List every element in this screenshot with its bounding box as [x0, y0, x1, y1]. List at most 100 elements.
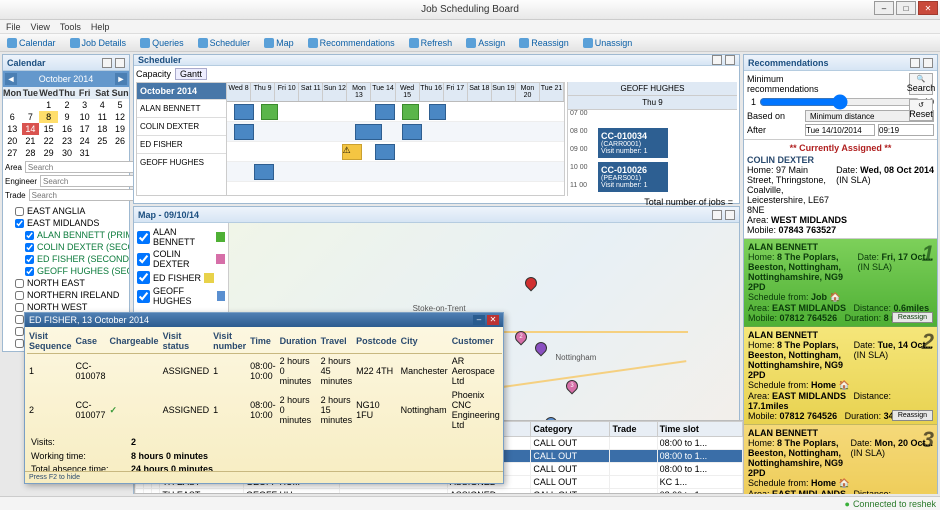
visit-row[interactable]: 1CC-010078ASSIGNED108:00-10:002 hours 0 … — [27, 354, 502, 389]
calendar-day[interactable] — [111, 147, 129, 159]
maximize-button[interactable]: □ — [896, 1, 916, 15]
toolbar-reassign[interactable]: Reassign — [516, 37, 572, 49]
tree-region[interactable]: EAST ANGLIA — [5, 205, 127, 217]
calendar-day[interactable]: 20 — [3, 135, 22, 147]
panel-icon[interactable] — [923, 58, 933, 68]
close-button[interactable]: ✕ — [918, 1, 938, 15]
panel-icon[interactable] — [725, 210, 735, 220]
visit-row[interactable]: 2CC-010077✓ASSIGNED108:00-10:002 hours 0… — [27, 388, 502, 432]
toolbar-recommendations[interactable]: Recommendations — [305, 37, 398, 49]
gantt-tab[interactable]: Gantt — [175, 68, 207, 80]
toolbar-job-details[interactable]: Job Details — [67, 37, 130, 49]
panel-icon[interactable] — [712, 55, 722, 65]
search-button[interactable]: 🔍Search — [909, 73, 933, 95]
calendar-grid[interactable]: MonTueWedThuFriSatSun1234567891011121314… — [3, 87, 129, 159]
panel-icon[interactable] — [725, 55, 735, 65]
calendar-day[interactable]: 6 — [3, 111, 22, 123]
reset-button[interactable]: ↺Reset — [909, 99, 933, 121]
reassign-button[interactable]: Reassign — [892, 410, 933, 421]
calendar-day[interactable]: 18 — [93, 123, 111, 135]
rec-card[interactable]: 2 ALAN BENNETT Home: 8 The Poplars, Bees… — [744, 327, 937, 425]
tree-region[interactable]: NORTHERN IRELAND — [5, 289, 127, 301]
calendar-day[interactable]: 7 — [22, 111, 40, 123]
after-time[interactable] — [878, 124, 934, 136]
calendar-day[interactable]: 3 — [76, 99, 94, 111]
panel-icon[interactable] — [115, 58, 125, 68]
tree-engineer[interactable]: ALAN BENNETT (PRIMARY) — [5, 229, 127, 241]
calendar-day[interactable]: 16 — [58, 123, 76, 135]
minimize-button[interactable]: – — [874, 1, 894, 15]
toolbar-refresh[interactable]: Refresh — [406, 37, 456, 49]
gantt-resource[interactable]: GEOFF HUGHES — [137, 153, 226, 171]
rec-slider[interactable] — [759, 96, 921, 108]
calendar-day[interactable]: 17 — [76, 123, 94, 135]
legend-item[interactable]: COLIN DEXTER — [137, 248, 225, 270]
map-pin[interactable] — [533, 339, 550, 356]
reassign-button[interactable]: Reassign — [892, 312, 933, 323]
trade-input[interactable] — [29, 189, 145, 201]
calendar-day[interactable]: 12 — [111, 111, 129, 123]
calendar-day[interactable]: 2 — [58, 99, 76, 111]
calendar-day[interactable] — [93, 147, 111, 159]
menu-help[interactable]: Help — [91, 22, 110, 32]
area-input[interactable] — [25, 161, 141, 173]
rec-card[interactable]: 3 ALAN BENNETT Home: 8 The Poplars, Bees… — [744, 425, 937, 494]
gantt-resource[interactable]: ALAN BENNETT — [137, 99, 226, 117]
next-month-button[interactable]: ► — [115, 73, 127, 85]
menu-view[interactable]: View — [31, 22, 50, 32]
toolbar-calendar[interactable]: Calendar — [4, 37, 59, 49]
tree-region[interactable]: EAST MIDLANDS — [5, 217, 127, 229]
calendar-day[interactable]: 10 — [76, 111, 94, 123]
legend-item[interactable]: ED FISHER — [137, 270, 225, 285]
calendar-day[interactable]: 22 — [39, 135, 58, 147]
calendar-day[interactable]: 9 — [58, 111, 76, 123]
map-pin[interactable]: 3 — [563, 377, 580, 394]
after-date[interactable] — [805, 124, 875, 136]
calendar-day[interactable]: 27 — [3, 147, 22, 159]
calendar-day[interactable]: 15 — [39, 123, 58, 135]
calendar-day[interactable]: 31 — [76, 147, 94, 159]
toolbar-queries[interactable]: Queries — [137, 37, 187, 49]
calendar-day[interactable]: 28 — [22, 147, 40, 159]
panel-icon[interactable] — [102, 58, 112, 68]
calendar-day[interactable]: 13 — [3, 123, 22, 135]
calendar-day[interactable]: 8 — [39, 111, 58, 123]
calendar-day[interactable] — [22, 99, 40, 111]
menu-file[interactable]: File — [6, 22, 21, 32]
calendar-day[interactable]: 25 — [93, 135, 111, 147]
visit-card[interactable]: CC-010034(CARR0001)Visit number: 1 — [598, 128, 668, 158]
legend-item[interactable]: GEOFF HUGHES — [137, 285, 225, 307]
visit-card[interactable]: CC-010026(PEARS001)Visit number: 1 — [598, 162, 668, 192]
calendar-day[interactable]: 23 — [58, 135, 76, 147]
calendar-day[interactable]: 14 — [22, 123, 40, 135]
calendar-day[interactable]: 30 — [58, 147, 76, 159]
tree-region[interactable]: NORTH EAST — [5, 277, 127, 289]
tree-engineer[interactable]: ED FISHER (SECONDARY) — [5, 253, 127, 265]
tree-engineer[interactable]: COLIN DEXTER (SECONDARY) — [5, 241, 127, 253]
toolbar-assign[interactable]: Assign — [463, 37, 508, 49]
popup-close[interactable]: ✕ — [487, 315, 499, 325]
calendar-day[interactable]: 21 — [22, 135, 40, 147]
tree-engineer[interactable]: GEOFF HUGHES (SECONDARY) — [5, 265, 127, 277]
calendar-day[interactable]: 19 — [111, 123, 129, 135]
map-pin[interactable] — [522, 275, 539, 292]
gantt-resource[interactable]: ED FISHER — [137, 135, 226, 153]
calendar-day[interactable]: 5 — [111, 99, 129, 111]
calendar-day[interactable]: 26 — [111, 135, 129, 147]
grid-row[interactable]: TH EASTGEOFF HU...ASSIGNEDCALL OUT08:00 … — [136, 489, 743, 495]
gantt-chart[interactable]: October 2014 ALAN BENNETTCOLIN DEXTERED … — [136, 82, 565, 196]
toolbar-map[interactable]: Map — [261, 37, 297, 49]
prev-month-button[interactable]: ◄ — [5, 73, 17, 85]
toolbar-scheduler[interactable]: Scheduler — [195, 37, 254, 49]
legend-item[interactable]: ALAN BENNETT — [137, 226, 225, 248]
calendar-day[interactable] — [3, 99, 22, 111]
gantt-resource[interactable]: COLIN DEXTER — [137, 117, 226, 135]
calendar-day[interactable]: 29 — [39, 147, 58, 159]
popup-min[interactable]: – — [473, 315, 485, 325]
menu-tools[interactable]: Tools — [60, 22, 81, 32]
toolbar-unassign[interactable]: Unassign — [580, 37, 636, 49]
rec-card[interactable]: 1 ALAN BENNETT Home: 8 The Poplars, Bees… — [744, 239, 937, 327]
panel-icon[interactable] — [712, 210, 722, 220]
calendar-day[interactable]: 1 — [39, 99, 58, 111]
panel-icon[interactable] — [910, 58, 920, 68]
